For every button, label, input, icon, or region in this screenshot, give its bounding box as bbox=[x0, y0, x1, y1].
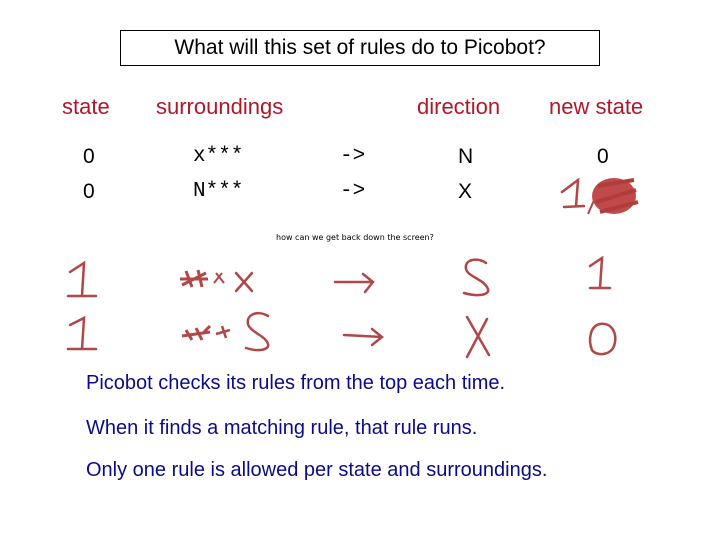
rule-1-surroundings: x*** bbox=[193, 145, 244, 168]
rule-2-surroundings: N*** bbox=[193, 180, 244, 203]
hand-row-2-new-state bbox=[586, 320, 620, 358]
handwritten-correction-new-state bbox=[558, 172, 648, 220]
rule-1-direction: N bbox=[458, 145, 474, 168]
header-surroundings: surroundings bbox=[156, 94, 284, 119]
rule-2-arrow: -> bbox=[340, 180, 366, 203]
hand-row-2-state bbox=[66, 315, 102, 355]
hand-row-1-state bbox=[66, 260, 102, 300]
handwritten-note: how can we get back down the screen? bbox=[276, 233, 434, 242]
hand-row-2-arrow bbox=[342, 325, 387, 349]
rule-1-state: 0 bbox=[83, 145, 95, 168]
rule-2-state: 0 bbox=[83, 180, 95, 203]
hand-row-1-arrow bbox=[333, 272, 378, 296]
body-line-1: Picobot checks its rules from the top ea… bbox=[86, 372, 506, 394]
hand-row-1-new-state bbox=[586, 256, 616, 296]
rule-2-direction: X bbox=[458, 180, 473, 203]
hand-row-1-direction bbox=[458, 255, 494, 301]
rule-1-arrow: -> bbox=[340, 145, 366, 168]
slide-title: What will this set of rules do to Picobo… bbox=[120, 30, 600, 66]
header-new-state: new state bbox=[549, 94, 644, 119]
hand-row-2-direction bbox=[463, 315, 493, 359]
hand-row-2-surroundings bbox=[180, 310, 275, 352]
header-direction: direction bbox=[417, 94, 501, 119]
header-state: state bbox=[62, 94, 110, 119]
rule-1-new-state: 0 bbox=[597, 145, 609, 168]
body-line-3: Only one rule is allowed per state and s… bbox=[86, 459, 548, 481]
body-line-2: When it finds a matching rule, that rule… bbox=[86, 417, 478, 439]
hand-row-1-surroundings bbox=[178, 265, 258, 295]
